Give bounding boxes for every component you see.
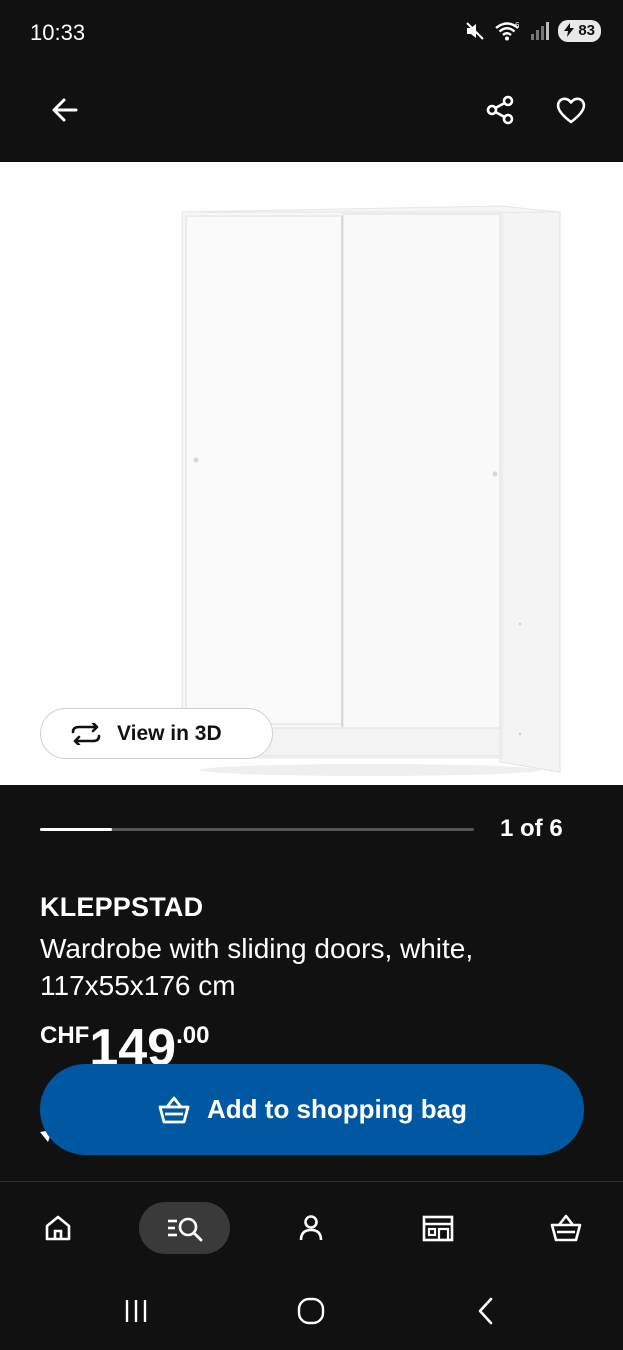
- price-currency: CHF: [40, 1022, 90, 1049]
- gallery-progress-fill: [40, 828, 113, 831]
- charging-icon: [564, 23, 575, 37]
- add-to-shopping-bag-button[interactable]: Add to shopping bag: [40, 1064, 584, 1155]
- share-icon: [486, 95, 514, 125]
- basket-icon: [158, 1096, 190, 1123]
- share-button[interactable]: [476, 86, 524, 134]
- basket-icon: [550, 1214, 582, 1242]
- product-name: KLEPPSTAD: [40, 892, 204, 922]
- product-image: [181, 205, 561, 776]
- add-to-shopping-bag-label: Add to shopping bag: [207, 1094, 467, 1124]
- search-icon: [167, 1217, 202, 1242]
- gallery-progress-track: [40, 828, 474, 831]
- wifi-icon: 6: [495, 21, 520, 41]
- product-description: Wardrobe with sliding doors, white, 117x…: [40, 933, 474, 1001]
- view-in-3d-button[interactable]: View in 3D: [40, 708, 273, 759]
- app-bar: [0, 66, 623, 162]
- profile-icon: [299, 1215, 323, 1241]
- bottom-navigation: [0, 1181, 623, 1271]
- system-back-button[interactable]: [466, 1291, 506, 1331]
- recent-apps-button[interactable]: [116, 1291, 156, 1331]
- signal-icon: [531, 22, 550, 40]
- nav-profile[interactable]: [285, 1202, 337, 1254]
- chevron-left-icon: [478, 1297, 493, 1325]
- status-icons: 6 83: [464, 20, 601, 42]
- recent-apps-icon: [125, 1300, 147, 1322]
- store-icon: [422, 1215, 454, 1242]
- favorite-button[interactable]: [547, 86, 595, 134]
- nav-basket[interactable]: [540, 1202, 592, 1254]
- battery-level: 83: [578, 22, 595, 39]
- battery-indicator: 83: [558, 20, 601, 42]
- gallery-page-indicator: 1 of 6: [500, 815, 563, 842]
- mute-icon: [466, 22, 485, 40]
- status-bar: 10:33 6 83: [0, 0, 623, 66]
- rotate-3d-icon: [71, 722, 101, 745]
- home-circle-icon: [297, 1297, 325, 1325]
- home-icon: [45, 1215, 71, 1241]
- heart-icon: [556, 97, 586, 124]
- back-button[interactable]: [41, 86, 89, 134]
- price-decimal: .00: [176, 1022, 210, 1049]
- view-in-3d-label: View in 3D: [117, 721, 222, 745]
- nav-search[interactable]: [139, 1202, 230, 1254]
- nav-stores[interactable]: [412, 1202, 464, 1254]
- svg-text:6: 6: [515, 21, 520, 30]
- nav-home[interactable]: [32, 1202, 84, 1254]
- product-image-gallery[interactable]: View in 3D: [0, 162, 623, 785]
- home-system-button[interactable]: [290, 1291, 332, 1331]
- arrow-left-icon: [52, 98, 78, 122]
- status-time: 10:33: [30, 20, 86, 45]
- system-navigation-bar: [0, 1271, 623, 1350]
